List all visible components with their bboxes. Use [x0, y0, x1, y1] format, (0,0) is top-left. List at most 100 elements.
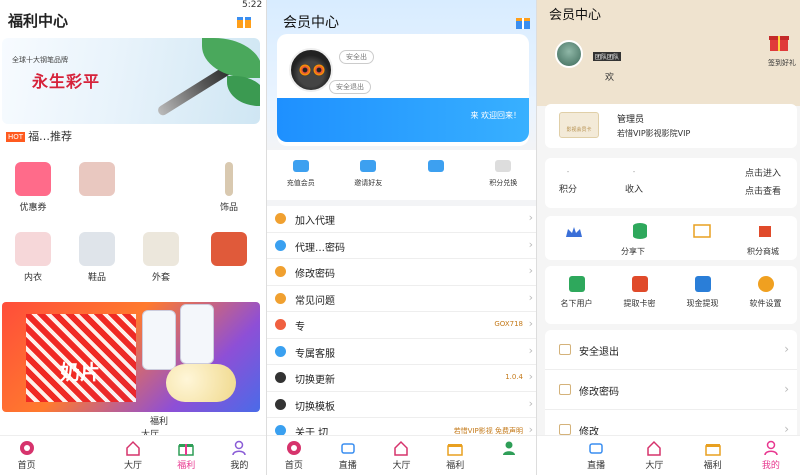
page-title: 会员中心 [283, 15, 339, 31]
banner-carousel[interactable]: 全球十大钢笔品牌 永生彩平 [2, 38, 260, 124]
category-coat[interactable]: 外套 [136, 232, 186, 283]
list-item[interactable]: 专 GOX718 › [267, 312, 536, 339]
stat-income[interactable]: - 收入 [625, 168, 643, 195]
quick-invite[interactable]: 邀请好友 [335, 150, 403, 200]
list-item[interactable]: 切换模板 › [267, 392, 536, 418]
gift-icon [178, 444, 194, 456]
vip-card-image: 影视会员卡 [559, 112, 599, 138]
category-item[interactable] [136, 162, 186, 200]
chevron-right-icon: › [528, 264, 533, 277]
logout-button[interactable]: 安全退出 [329, 80, 371, 94]
vip-level: 若惜VIP影视影院VIP [617, 129, 691, 138]
list-item[interactable]: 常见问题 › [267, 286, 536, 312]
tab-label: 大厅 [392, 461, 411, 471]
category-shoes[interactable]: 鞋品 [72, 232, 122, 283]
safe-exit-pill[interactable]: 安全出 [339, 50, 374, 64]
chevron-right-icon: › [528, 396, 533, 410]
grid-label: 名下用户 [560, 299, 593, 308]
quick-label: 邀请好友 [354, 179, 383, 187]
stat-view[interactable]: 点击查看 [745, 184, 781, 197]
promo-banner[interactable]: 奶片 [2, 302, 260, 412]
grid-extract[interactable]: 提取卡密 [608, 266, 671, 324]
tab-welfare[interactable]: 福利 [160, 436, 213, 475]
vip-name: 管理员 [617, 115, 645, 125]
list-item[interactable]: 安全退出 › [545, 330, 797, 370]
list-item-label: 修改密码 [295, 269, 335, 280]
member-center-screen-blue: 会员中心 安全出 安全退出 来 欢迎回来！ 充值会员 邀请好友 积分兑换 加入代… [266, 0, 536, 475]
stat-label: 积分 [559, 185, 578, 195]
gift-icon[interactable] [236, 13, 252, 29]
card-key-icon [631, 276, 648, 292]
home-icon [286, 441, 301, 455]
share-icon [360, 160, 377, 172]
tab-mine[interactable]: 我的 [742, 436, 800, 475]
list-item-label: 加入代理 [295, 216, 335, 227]
tab-live[interactable]: 直播 [567, 436, 625, 475]
category-coupon[interactable]: 优惠券 [8, 162, 58, 213]
tab-mine[interactable] [482, 436, 536, 475]
quick-points-exchange[interactable]: 积分兑换 [470, 150, 537, 200]
tab-mine[interactable]: 我的 [213, 436, 266, 475]
tab-home[interactable]: 首页 [267, 436, 321, 475]
list-item[interactable]: 修改密码 › [545, 370, 797, 410]
grid-label: 软件设置 [749, 299, 782, 308]
grid-settings[interactable]: 软件设置 [734, 266, 797, 324]
card-icon [292, 160, 309, 172]
avatar[interactable] [555, 40, 583, 68]
gift-icon [704, 444, 721, 456]
status-time: 5:22 [242, 0, 263, 10]
gift-icon[interactable] [515, 14, 531, 30]
banner-headline: 永生彩平 [32, 72, 101, 91]
eye-shape [313, 64, 325, 76]
tab-welfare[interactable]: 福利 [428, 436, 482, 475]
category-accessories[interactable]: 饰品 [204, 162, 254, 213]
avatar[interactable] [289, 48, 333, 92]
tab-label: 我的 [761, 461, 780, 471]
list-item-label: 专 [295, 322, 305, 333]
tab-hall[interactable]: 大厅 [375, 436, 429, 475]
tab-live[interactable]: 直播 [321, 436, 375, 475]
category-underwear[interactable]: 内衣 [8, 232, 58, 283]
list-item-label: 常见问题 [295, 295, 335, 307]
promo-text: 奶片 [60, 360, 100, 384]
stats-row: - 积分 - 收入 点击进入 点击查看 [545, 158, 797, 208]
wallet-icon [694, 276, 711, 292]
crown-icon[interactable] [565, 226, 583, 238]
chevron-right-icon: › [528, 290, 533, 304]
list-item-label: 切换更新 [295, 375, 335, 386]
stat-points[interactable]: - 积分 [559, 168, 577, 195]
live-icon [340, 443, 355, 454]
users-icon [568, 276, 585, 292]
settings-list: 安全退出 › 修改密码 › 修改 › [545, 330, 797, 450]
ticket-icon[interactable] [693, 224, 711, 238]
tab-hall[interactable]: 大厅 [106, 436, 159, 475]
stat-label: 点击进入 [745, 169, 782, 179]
stat-enter[interactable]: 点击进入 [745, 166, 781, 179]
tab-live[interactable] [53, 436, 106, 475]
list-item[interactable]: 专属客服 › [267, 339, 536, 365]
tab-home[interactable]: 首页 [0, 436, 53, 475]
mall-icon[interactable] [757, 222, 773, 238]
list-item[interactable]: 修改密码 › [267, 259, 536, 286]
category-item[interactable] [204, 232, 254, 270]
sign-in-label[interactable]: 签到好礼 [768, 58, 796, 68]
tab-hall[interactable]: 大厅 [625, 436, 683, 475]
hall-icon [394, 440, 409, 456]
grid-users[interactable]: 名下用户 [545, 266, 608, 324]
list-item[interactable]: 切换更新 1.0.4 › [267, 365, 536, 392]
quick-action[interactable] [402, 150, 470, 200]
tab-welfare[interactable]: 福利 [684, 436, 742, 475]
bottom-tab-bar: 直播 大厅 福利 我的 [537, 435, 800, 475]
category-item[interactable] [72, 162, 122, 200]
vip-card-row[interactable]: 影视会员卡 管理员 若惜VIP影视影院VIP [545, 104, 797, 148]
action-row: 分享下 积分商城 [545, 216, 797, 260]
list-item[interactable]: 加入代理 › [267, 206, 536, 233]
list-item[interactable]: 代理…密码 › [267, 233, 536, 259]
list-item-label: 代理…密码 [295, 242, 345, 254]
gift-icon[interactable] [768, 30, 790, 52]
grid-withdraw[interactable]: 现金提现 [671, 266, 734, 324]
quick-recharge[interactable]: 充值会员 [267, 150, 335, 200]
welcome-text: 来 欢迎回来！ [470, 111, 521, 120]
chevron-right-icon: › [528, 317, 533, 330]
database-icon[interactable] [631, 222, 649, 240]
